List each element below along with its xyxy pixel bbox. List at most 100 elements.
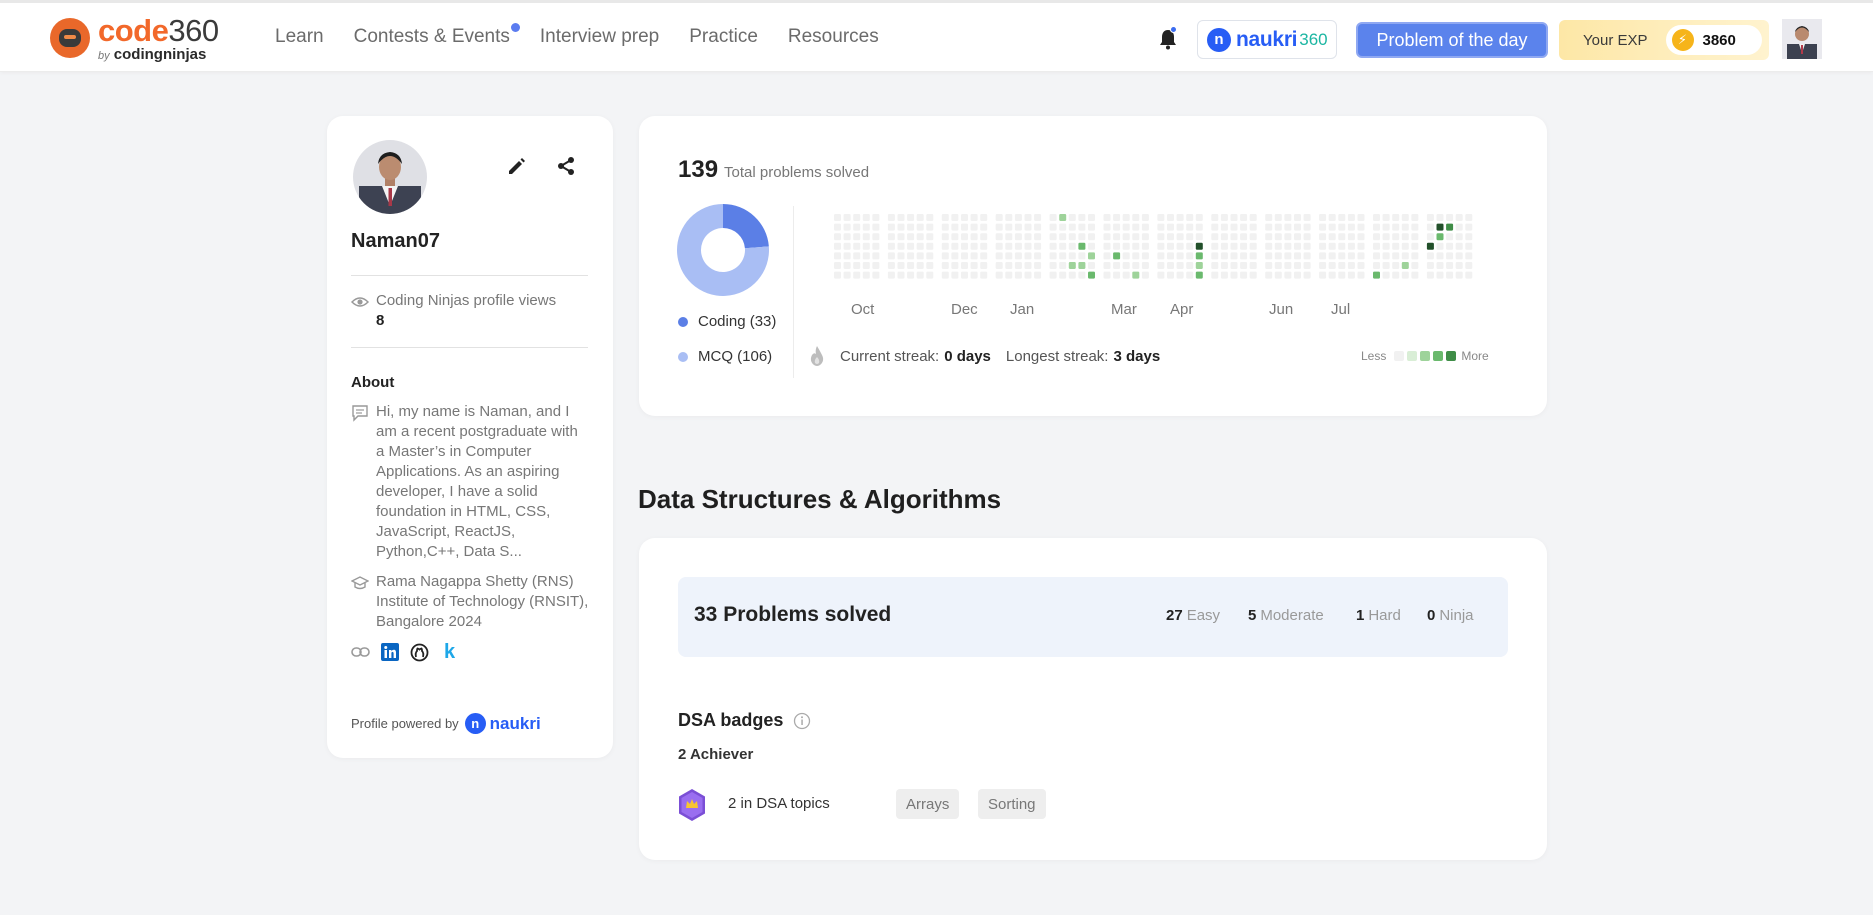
heatmap-cell[interactable]	[1068, 223, 1076, 231]
heatmap-cell[interactable]	[1240, 271, 1248, 279]
heatmap-cell[interactable]	[834, 233, 841, 241]
heatmap-cell[interactable]	[1034, 233, 1042, 241]
heatmap-cell[interactable]	[1373, 242, 1380, 250]
heatmap-cell[interactable]	[1426, 242, 1434, 250]
heatmap-cell[interactable]	[1088, 262, 1095, 269]
heatmap-cell[interactable]	[961, 252, 968, 260]
heatmap-cell[interactable]	[1294, 271, 1301, 279]
heatmap-cell[interactable]	[843, 271, 851, 279]
heatmap-cell[interactable]	[1303, 223, 1311, 231]
nav-practice[interactable]: Practice	[689, 26, 758, 48]
heatmap-cell[interactable]	[1392, 252, 1400, 260]
heatmap-cell[interactable]	[907, 271, 915, 279]
heatmap-cell[interactable]	[1113, 262, 1121, 269]
heatmap-cell[interactable]	[1240, 214, 1248, 221]
heatmap-cell[interactable]	[887, 262, 895, 269]
heatmap-cell[interactable]	[1357, 252, 1365, 260]
heatmap-cell[interactable]	[872, 252, 880, 260]
heatmap-cell[interactable]	[1220, 233, 1228, 241]
heatmap-cell[interactable]	[1211, 223, 1219, 231]
heatmap-cell[interactable]	[1014, 242, 1022, 250]
heatmap-cell[interactable]	[1455, 242, 1463, 250]
kaggle-icon[interactable]: k	[444, 642, 455, 662]
heatmap-cell[interactable]	[1455, 262, 1463, 269]
heatmap-cell[interactable]	[995, 214, 1003, 221]
heatmap-cell[interactable]	[1078, 262, 1086, 269]
heatmap-cell[interactable]	[1382, 233, 1390, 241]
heatmap-cell[interactable]	[1240, 223, 1248, 231]
heatmap-cell[interactable]	[1122, 214, 1130, 221]
heatmap-cell[interactable]	[1319, 223, 1327, 231]
heatmap-cell[interactable]	[1328, 214, 1336, 221]
heatmap-cell[interactable]	[1122, 262, 1130, 269]
heatmap-cell[interactable]	[1265, 223, 1273, 231]
heatmap-cell[interactable]	[1455, 252, 1463, 260]
heatmap-cell[interactable]	[1401, 242, 1409, 250]
heatmap-cell[interactable]	[853, 271, 861, 279]
heatmap-cell[interactable]	[1078, 233, 1086, 241]
heatmap-cell[interactable]	[1113, 233, 1121, 241]
heatmap-cell[interactable]	[995, 262, 1003, 269]
heatmap-cell[interactable]	[1103, 252, 1111, 260]
heatmap-cell[interactable]	[951, 242, 959, 250]
heatmap-cell[interactable]	[1176, 233, 1184, 241]
heatmap-cell[interactable]	[843, 252, 851, 260]
heatmap-cell[interactable]	[1284, 233, 1292, 241]
linkedin-icon[interactable]	[381, 643, 399, 661]
heatmap-cell[interactable]	[1211, 233, 1219, 241]
heatmap-cell[interactable]	[872, 214, 880, 221]
heatmap-cell[interactable]	[1132, 271, 1140, 279]
heatmap-cell[interactable]	[887, 233, 895, 241]
heatmap-cell[interactable]	[951, 252, 959, 260]
heatmap-cell[interactable]	[1357, 233, 1365, 241]
heatmap-cell[interactable]	[1328, 252, 1336, 260]
heatmap-cell[interactable]	[1034, 271, 1042, 279]
heatmap-cell[interactable]	[1240, 262, 1248, 269]
heatmap-cell[interactable]	[1382, 223, 1390, 231]
heatmap-cell[interactable]	[1005, 271, 1013, 279]
heatmap-cell[interactable]	[1382, 262, 1390, 269]
heatmap-cell[interactable]	[1303, 242, 1311, 250]
heatmap-cell[interactable]	[862, 214, 870, 221]
heatmap-cell[interactable]	[970, 223, 978, 231]
heatmap-cell[interactable]	[1426, 214, 1434, 221]
heatmap-cell[interactable]	[887, 271, 895, 279]
heatmap-cell[interactable]	[1274, 242, 1282, 250]
heatmap-cell[interactable]	[834, 223, 841, 231]
heatmap-cell[interactable]	[1132, 252, 1140, 260]
heatmap-cell[interactable]	[1005, 233, 1013, 241]
heatmap-cell[interactable]	[941, 262, 949, 269]
heatmap-cell[interactable]	[1195, 214, 1203, 221]
heatmap-cell[interactable]	[1220, 242, 1228, 250]
heatmap-cell[interactable]	[1132, 242, 1140, 250]
heatmap-cell[interactable]	[916, 233, 924, 241]
heatmap-cell[interactable]	[834, 271, 841, 279]
heatmap-cell[interactable]	[843, 242, 851, 250]
heatmap-cell[interactable]	[1141, 214, 1149, 221]
heatmap-cell[interactable]	[1274, 233, 1282, 241]
heatmap-cell[interactable]	[1176, 242, 1184, 250]
heatmap-cell[interactable]	[1024, 242, 1032, 250]
heatmap-cell[interactable]	[907, 242, 915, 250]
heatmap-cell[interactable]	[1401, 262, 1409, 269]
heatmap-cell[interactable]	[897, 252, 905, 260]
heatmap-cell[interactable]	[897, 214, 905, 221]
heatmap-cell[interactable]	[941, 242, 949, 250]
nav-interview-prep[interactable]: Interview prep	[540, 26, 659, 48]
heatmap-cell[interactable]	[926, 262, 934, 269]
heatmap-cell[interactable]	[834, 262, 841, 269]
heatmap-cell[interactable]	[1328, 271, 1336, 279]
heatmap-cell[interactable]	[1411, 233, 1419, 241]
heatmap-cell[interactable]	[1113, 271, 1121, 279]
heatmap-cell[interactable]	[1465, 233, 1473, 241]
heatmap-cell[interactable]	[961, 223, 968, 231]
heatmap-cell[interactable]	[1338, 233, 1346, 241]
heatmap-cell[interactable]	[916, 271, 924, 279]
heatmap-cell[interactable]	[907, 262, 915, 269]
heatmap-cell[interactable]	[862, 262, 870, 269]
heatmap-cell[interactable]	[853, 252, 861, 260]
heatmap-cell[interactable]	[980, 242, 988, 250]
heatmap-cell[interactable]	[1176, 214, 1184, 221]
heatmap-cell[interactable]	[1240, 252, 1248, 260]
heatmap-cell[interactable]	[1141, 223, 1149, 231]
